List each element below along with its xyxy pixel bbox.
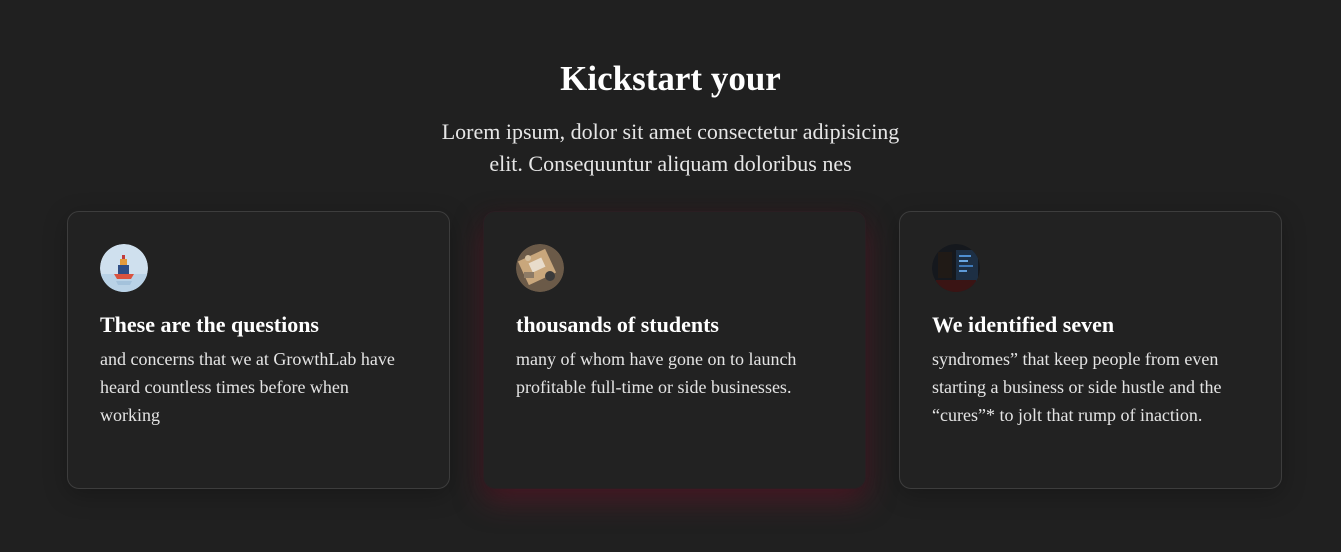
feature-card-questions[interactable]: These are the questions and concerns tha…: [67, 211, 450, 489]
card-title: These are the questions: [100, 312, 319, 337]
code-screen-avatar: [932, 244, 980, 292]
subtitle-line-2: elit. Consequuntur aliquam doloribus nes: [489, 151, 852, 176]
card-title: We identified seven: [932, 312, 1115, 337]
section-subtitle: Lorem ipsum, dolor sit amet consectetur …: [0, 116, 1341, 180]
card-title: thousands of students: [516, 312, 719, 337]
card-description: many of whom have gone on to launch prof…: [516, 349, 797, 397]
boat-illustration-avatar: [100, 244, 148, 292]
card-description: and concerns that we at GrowthLab have h…: [100, 349, 395, 425]
features-section: Kickstart your Lorem ipsum, dolor sit am…: [0, 0, 1341, 552]
section-title: Kickstart your: [560, 59, 781, 98]
card-description: syndromes” that keep people from even st…: [932, 349, 1222, 425]
feature-card-seven[interactable]: We identified seven syndromes” that keep…: [899, 211, 1282, 489]
subtitle-line-1: Lorem ipsum, dolor sit amet consectetur …: [441, 119, 900, 144]
workspace-desk-avatar: [516, 244, 564, 292]
feature-card-students[interactable]: thousands of students many of whom have …: [483, 211, 866, 489]
